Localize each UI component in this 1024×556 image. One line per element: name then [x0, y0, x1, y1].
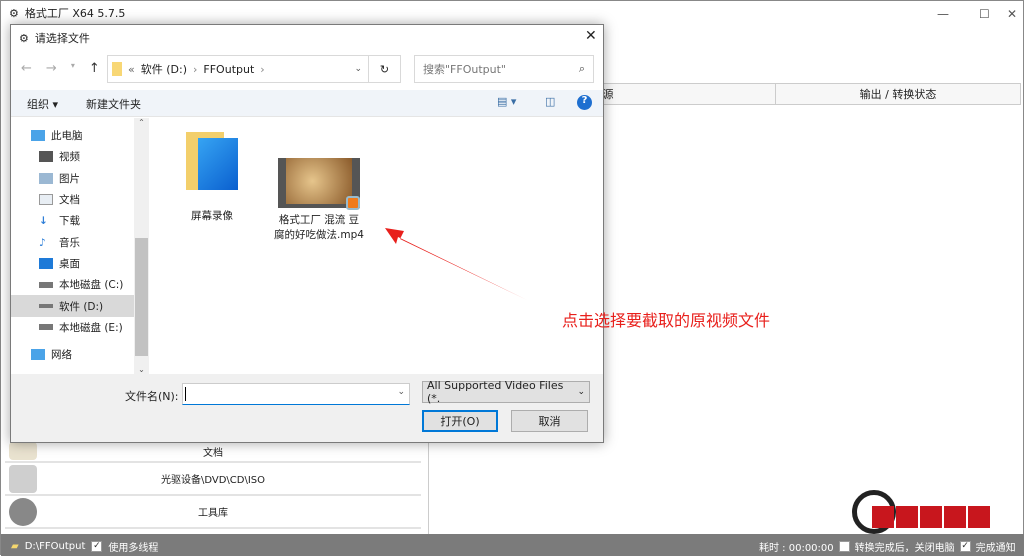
music-icon: ♪ [39, 236, 46, 249]
multithread-checkbox[interactable]: ✓ [91, 541, 103, 552]
cancel-button[interactable]: 取消 [511, 410, 588, 432]
maximize-button[interactable]: ☐ [979, 7, 990, 21]
drive-icon [39, 304, 53, 309]
document-icon [39, 194, 53, 206]
video-file-item[interactable]: 格式工厂 混流 豆腐的好吃做法.mp4 [274, 156, 364, 243]
folder-icon [198, 138, 238, 190]
annotation-arrow [385, 228, 527, 300]
category-tools[interactable]: 工具库 [5, 496, 421, 529]
category-list: 文档 光驱设备\DVD\CD\ISO 工具库 [5, 441, 421, 529]
nav-music[interactable]: ♪ 音乐 [11, 231, 149, 252]
breadcrumb-drive[interactable]: 软件 (D:) [141, 61, 187, 77]
category-documents[interactable]: 文档 [5, 441, 421, 463]
play-icon [346, 196, 360, 210]
nav-drive-c[interactable]: 本地磁盘 (C:) [11, 274, 149, 295]
shutdown-checkbox[interactable] [838, 541, 850, 552]
filename-input[interactable]: ⌄ [182, 383, 410, 405]
nav-scrollbar[interactable]: ⌃ ⌄ [134, 118, 149, 374]
watermark-logo [852, 490, 992, 534]
nav-network[interactable]: 网络 [11, 344, 149, 365]
nav-documents[interactable]: 文档 [11, 189, 149, 210]
app-icon: ⚙ [9, 6, 19, 20]
app-icon: ⚙ [19, 31, 29, 45]
computer-icon [31, 130, 45, 142]
nav-drive-e[interactable]: 本地磁盘 (E:) [11, 317, 149, 338]
dialog-close-button[interactable]: ✕ [585, 28, 597, 44]
folder-icon [112, 62, 122, 76]
nav-drive-d[interactable]: 软件 (D:) [11, 295, 149, 317]
preview-pane-icon[interactable]: ◫ [545, 95, 555, 108]
search-icon: ⌕ [578, 62, 585, 75]
shutdown-label: 转换完成后，关闭电脑 [854, 543, 955, 554]
back-button[interactable]: ← [21, 61, 32, 76]
notify-checkbox[interactable]: ✓ [959, 541, 971, 552]
arrow-shape [385, 228, 527, 300]
network-icon [31, 349, 45, 361]
annotation-text: 点击选择要截取的原视频文件 [562, 311, 771, 330]
status-bar: ▰ D:\FFOutput ✓ 使用多线程 耗时 : 00:00:00 转换完成… [1, 534, 1024, 556]
open-button[interactable]: 打开(O) [422, 410, 498, 432]
folder-item[interactable]: 屏幕录像 [170, 132, 254, 223]
nav-pictures[interactable]: 图片 [11, 168, 149, 189]
dialog-footer: 文件名(N): ⌄ All Supported Video Files (*. ⌄… [11, 374, 603, 442]
up-button[interactable]: ↑ [89, 61, 100, 76]
desktop-icon [39, 257, 53, 269]
chevron-down-icon[interactable]: ⌄ [397, 387, 405, 397]
new-folder-button[interactable]: 新建文件夹 [86, 96, 141, 112]
drive-icon [39, 281, 53, 288]
col-output-status[interactable]: 输出 / 转换状态 [776, 84, 1020, 104]
close-button[interactable]: ✕ [1007, 7, 1017, 21]
app-title: ⚙ 格式工厂 X64 5.7.5 [9, 6, 126, 21]
forward-button[interactable]: → [46, 61, 57, 76]
nav-desktop[interactable]: 桌面 [11, 253, 149, 274]
filename-label: 文件名(N): [125, 390, 179, 403]
scrollbar-thumb[interactable] [135, 238, 148, 356]
multithread-label: 使用多线程 [108, 543, 159, 554]
minimize-button[interactable]: — [937, 7, 949, 21]
watermark-seal [872, 506, 990, 528]
help-icon[interactable]: ? [577, 95, 592, 110]
drive-icon [39, 324, 53, 331]
video-icon [39, 151, 53, 163]
category-dvd[interactable]: 光驱设备\DVD\CD\ISO [5, 463, 421, 496]
nav-videos[interactable]: 视频 [11, 146, 149, 167]
folder-icon: ▰ [11, 541, 19, 552]
output-path[interactable]: D:\FFOutput [25, 541, 86, 552]
breadcrumb-folder[interactable]: FFOutput [203, 63, 254, 76]
download-icon: ↓ [39, 215, 48, 228]
navigation-pane: 此电脑 视频 图片 文档 ↓ 下载 ♪ 音乐 桌面 本地磁盘 (C:) 软件 (D:… [11, 118, 149, 374]
address-dropdown-icon[interactable]: ⌄ [354, 64, 362, 74]
recent-dropdown[interactable]: ▾ [71, 61, 75, 76]
picture-icon [39, 172, 53, 184]
file-type-select[interactable]: All Supported Video Files (*. ⌄ [422, 379, 590, 405]
toolbar: 组织 ▾ 新建文件夹 ▤ ▾ ◫ ? [11, 90, 603, 117]
dialog-title: ⚙ 请选择文件 [19, 31, 90, 46]
elapsed-time: 耗时 : 00:00:00 [759, 543, 834, 554]
refresh-icon[interactable]: ↻ [368, 56, 400, 82]
video-thumbnail [278, 158, 360, 210]
notify-label: 完成通知 [975, 543, 1016, 554]
organize-button[interactable]: 组织 ▾ [27, 96, 58, 112]
address-bar[interactable]: « 软件 (D:) › FFOutput › ⌄ ↻ [107, 55, 401, 83]
search-input[interactable]: 搜索"FFOutput" ⌕ [414, 55, 594, 83]
nav-this-pc[interactable]: 此电脑 [11, 125, 149, 146]
view-options-icon[interactable]: ▤ ▾ [497, 95, 516, 108]
nav-downloads[interactable]: ↓ 下载 [11, 210, 149, 231]
